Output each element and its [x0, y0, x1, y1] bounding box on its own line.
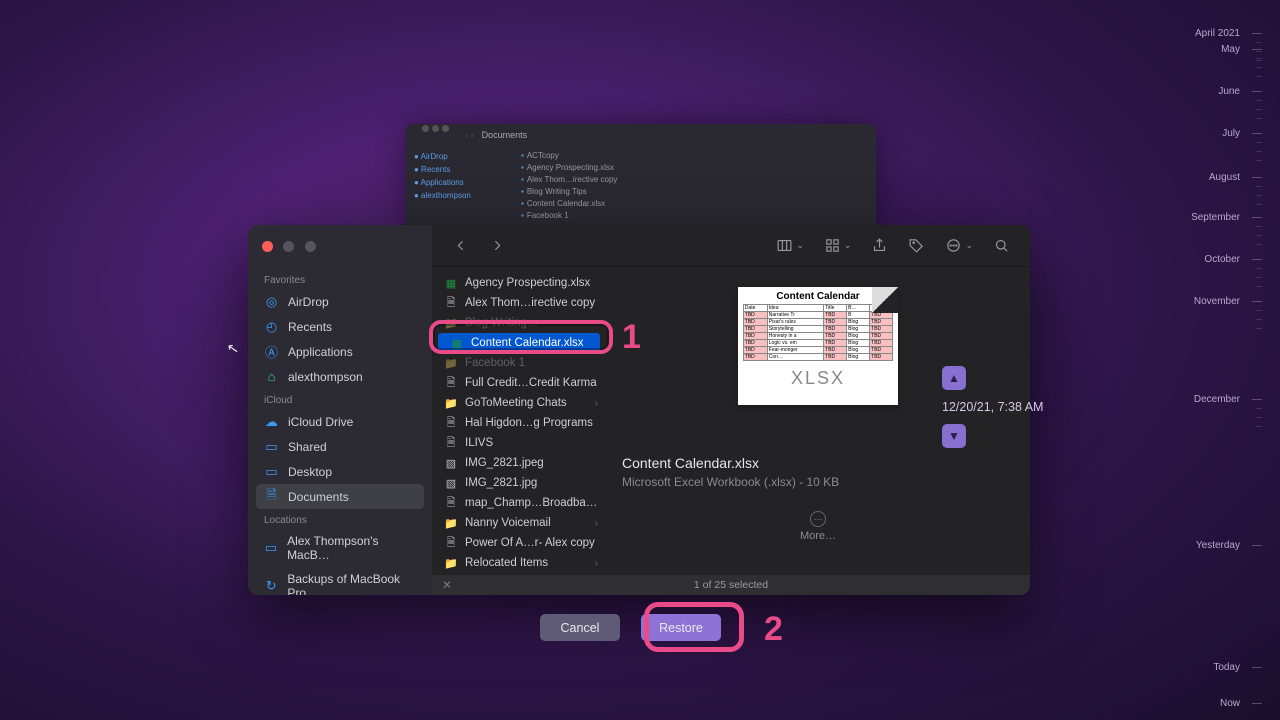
file-list[interactable]: ▦Agency Prospecting.xlsx🗎Alex Thom…irect…	[432, 267, 606, 575]
excel-icon: ▦	[444, 276, 458, 290]
file-item[interactable]: 📁GoToMeeting Chats›	[432, 393, 606, 413]
file-item[interactable]: 🗎Alex Thom…irective copy	[432, 293, 606, 313]
snapshot-navigator: ▲ 12/20/21, 7:38 AM ▼	[940, 366, 1080, 448]
docs-icon: 🗎	[264, 489, 279, 504]
file-item[interactable]: 🗎Power Of A…r- Alex copy	[432, 533, 606, 553]
sidebar-item-shared[interactable]: ▭Shared	[256, 434, 424, 459]
home-icon: ⌂	[264, 369, 279, 384]
timeline-month-label: July	[1222, 128, 1240, 139]
status-bar: ✕ 1 of 25 selected	[432, 575, 1030, 595]
timeline-yesterday-label: Yesterday	[1196, 540, 1240, 551]
file-item[interactable]: 🗎Full Credit…Credit Karma	[432, 373, 606, 393]
folder-icon: 📁	[444, 316, 458, 330]
timeline-month-label: April 2021	[1195, 28, 1240, 39]
apps-icon: Ⓐ	[264, 344, 279, 359]
doc-icon: 🗎	[444, 436, 458, 450]
annotation-number-1: 1	[622, 318, 641, 357]
timeline-month-label: September	[1191, 212, 1240, 223]
doc-icon: 🗎	[444, 416, 458, 430]
timeline-month-label: December	[1194, 394, 1240, 405]
selection-count: 1 of 25 selected	[694, 579, 768, 591]
file-item[interactable]: ▦Content Calendar.xlsx	[438, 333, 600, 353]
restore-button[interactable]: Restore	[641, 614, 721, 641]
snapshot-prev-button[interactable]: ▲	[942, 366, 966, 390]
sidebar-item-airdrop[interactable]: ◎AirDrop	[256, 289, 424, 314]
timeline-month-label: June	[1218, 86, 1240, 97]
preview-filename: Content Calendar.xlsx	[622, 455, 839, 471]
doc-icon: 🗎	[444, 296, 458, 310]
sidebar-item-alexthompson[interactable]: ⌂alexthompson	[256, 364, 424, 389]
file-thumbnail: Content Calendar DateIdeaTitleB… TBDNarr…	[738, 287, 898, 405]
timeline-month-label: August	[1209, 172, 1240, 183]
time-icon: ↻	[264, 579, 278, 594]
doc-icon: 🗎	[444, 496, 458, 510]
sidebar-item-backups-of-macbook-pro[interactable]: ↻Backups of MacBook Pro	[256, 567, 424, 595]
cancel-button[interactable]: Cancel	[540, 614, 620, 641]
toolbar: ⌄ ⌄ ⌄	[432, 225, 1030, 267]
action-menu-button[interactable]: ⌄	[941, 233, 977, 258]
img-icon: ▧	[444, 456, 458, 470]
doc-icon: 🗎	[444, 536, 458, 550]
folder-icon: 📁	[444, 396, 458, 410]
sidebar: Favorites ◎AirDrop◴RecentsⒶApplications⌂…	[248, 225, 432, 595]
img-icon: ▧	[444, 476, 458, 490]
folder-icon: 📁	[444, 556, 458, 570]
sidebar-item-applications[interactable]: ⒶApplications	[256, 339, 424, 364]
file-item[interactable]: ▧IMG_2821.jpeg	[432, 453, 606, 473]
file-item[interactable]: 📁Facebook 1	[432, 353, 606, 373]
shared-icon: ▭	[264, 439, 279, 454]
sidebar-item-alex-thompson-s-macb-[interactable]: ▭Alex Thompson's MacB…	[256, 529, 424, 567]
folder-icon: 📁	[444, 356, 458, 370]
snapshot-timestamp: 12/20/21, 7:38 AM	[942, 400, 1080, 414]
icloud-heading: iCloud	[256, 389, 424, 409]
sidebar-item-documents[interactable]: 🗎Documents	[256, 484, 424, 509]
share-button[interactable]	[867, 233, 892, 258]
view-columns-button[interactable]: ⌄	[772, 233, 808, 258]
close-statusbar-icon[interactable]: ✕	[442, 578, 452, 592]
background-finder-window: ‹ › Documents ● AirDrop● Recents● Applic…	[406, 124, 876, 234]
sidebar-item-desktop[interactable]: ▭Desktop	[256, 459, 424, 484]
timeline-now-label: Now	[1220, 698, 1240, 709]
bg-breadcrumb: Documents	[482, 130, 528, 140]
snapshot-next-button[interactable]: ▼	[942, 424, 966, 448]
recents-icon: ◴	[264, 319, 279, 334]
sidebar-item-icloud-drive[interactable]: ☁iCloud Drive	[256, 409, 424, 434]
favorites-heading: Favorites	[256, 269, 424, 289]
tag-button[interactable]	[904, 233, 929, 258]
locations-heading: Locations	[256, 509, 424, 529]
folder-icon: 📁	[444, 516, 458, 530]
preview-more-button[interactable]: ⋯ More…	[800, 511, 836, 542]
preview-kind-size: Microsoft Excel Workbook (.xlsx) - 10 KB	[622, 475, 839, 489]
file-item[interactable]: 📁Relocated Items›	[432, 553, 606, 573]
timeline-month-label: May	[1221, 44, 1240, 55]
timeline-today-label: Today	[1213, 662, 1240, 673]
file-item[interactable]: 📁Nanny Voicemail›	[432, 513, 606, 533]
file-item[interactable]: 📁Blog Writing…	[432, 313, 606, 333]
minimize-window-icon[interactable]	[283, 241, 294, 252]
cloud-icon: ☁	[264, 414, 279, 429]
maximize-window-icon[interactable]	[305, 241, 316, 252]
file-item[interactable]: 🗎Hal Higdon…g Programs	[432, 413, 606, 433]
timeline-month-label: October	[1204, 254, 1240, 265]
desktop-icon: ▭	[264, 464, 279, 479]
view-grid-button[interactable]: ⌄	[820, 233, 856, 258]
nav-back-button[interactable]	[448, 233, 473, 258]
file-item[interactable]: ▦Agency Prospecting.xlsx	[432, 273, 606, 293]
annotation-number-2: 2	[764, 610, 783, 649]
timeline-month-label: November	[1194, 296, 1240, 307]
sidebar-item-recents[interactable]: ◴Recents	[256, 314, 424, 339]
file-item[interactable]: 🗎ILIVS	[432, 433, 606, 453]
airdrop-icon: ◎	[264, 294, 279, 309]
time-machine-timeline[interactable]: April 2021 May June July August September Octo…	[1172, 22, 1262, 710]
close-window-icon[interactable]	[262, 241, 273, 252]
file-item[interactable]: ▧IMG_2821.jpg	[432, 473, 606, 493]
finder-window: Favorites ◎AirDrop◴RecentsⒶApplications⌂…	[248, 225, 1030, 595]
excel-icon: ▦	[450, 336, 464, 350]
file-item[interactable]: 🗎map_Champ…Broadband	[432, 493, 606, 513]
window-controls[interactable]	[256, 239, 424, 269]
laptop-icon: ▭	[264, 541, 278, 556]
nav-forward-button[interactable]	[485, 233, 510, 258]
doc-icon: 🗎	[444, 376, 458, 390]
search-button[interactable]	[989, 233, 1014, 258]
